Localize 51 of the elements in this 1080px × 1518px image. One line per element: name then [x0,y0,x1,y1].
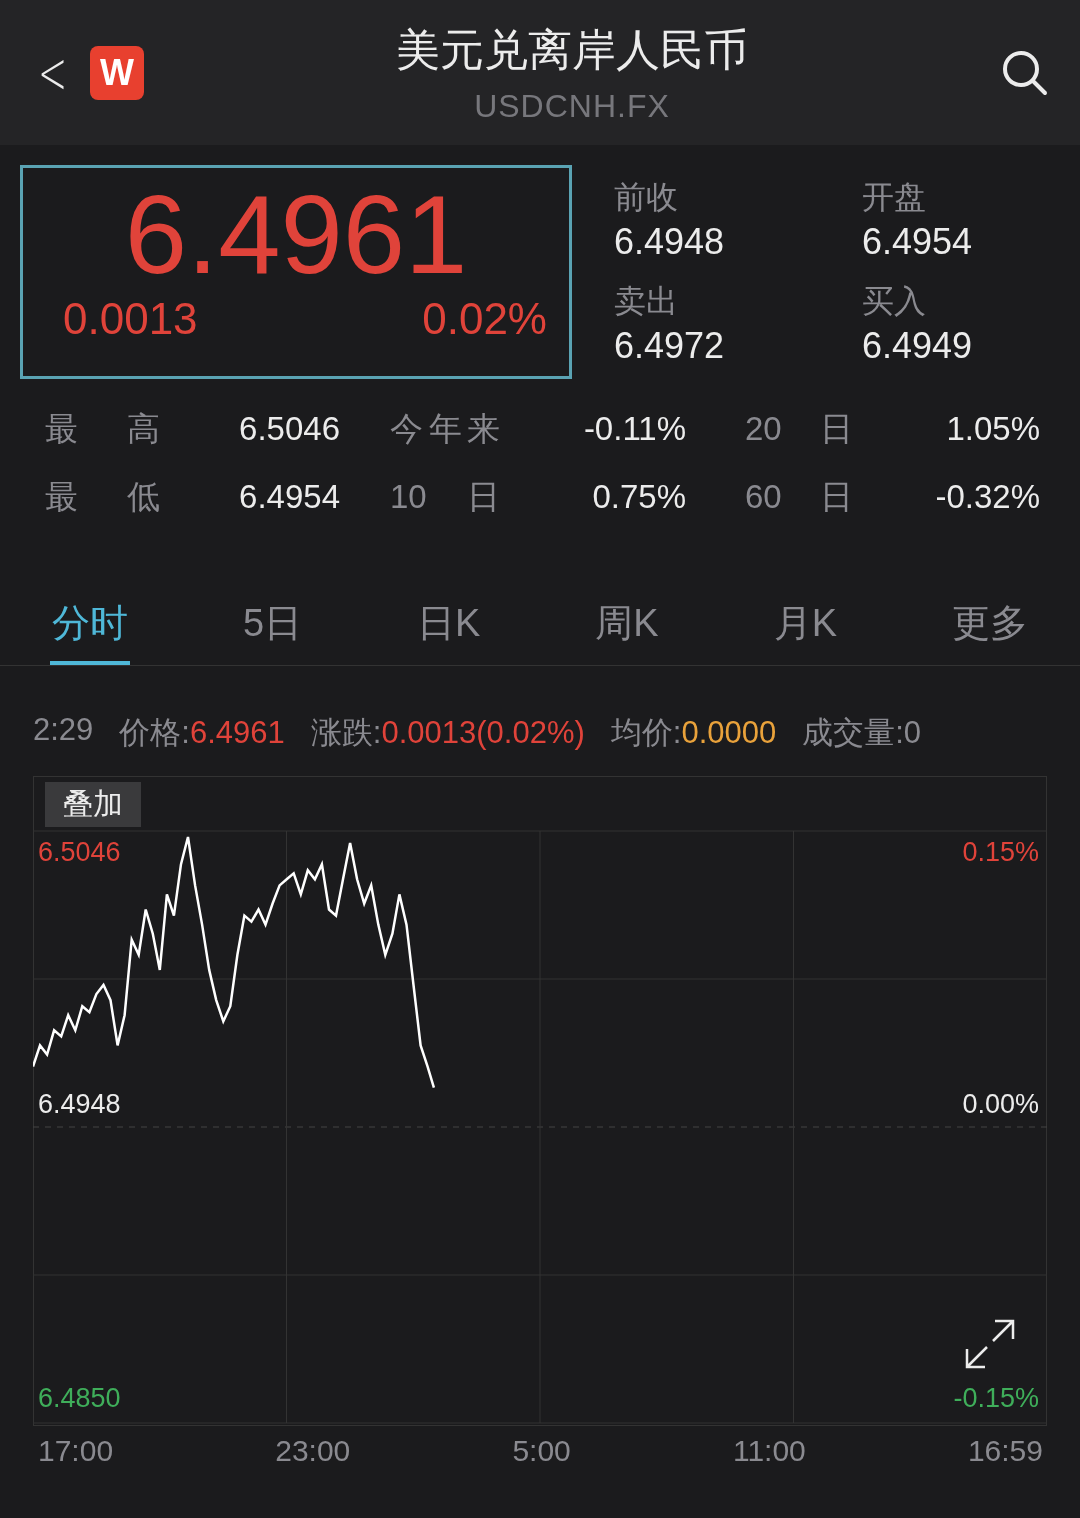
x-axis-label: 16:59 [967,1434,1043,1468]
stat-value: -0.32% [935,477,1040,517]
app-logo: W [90,45,144,100]
chart-tab[interactable]: 5日 [240,585,305,665]
field-label: 开盘 [862,178,927,217]
average-label: 均价:0.0000 [610,714,777,752]
field-label: 卖出 [614,282,679,321]
stat-value: 0.75% [592,477,686,517]
field-value: 6.4948 [614,221,726,263]
field-value: 6.4972 [614,325,726,367]
stat-label: 今年来 [390,409,500,449]
percent-axis-label: 0.00% [962,1089,1039,1120]
back-button[interactable]: < [38,38,62,107]
percent-axis-label: -0.15% [953,1383,1039,1414]
x-axis-label: 23:00 [275,1434,351,1468]
chart-tab[interactable]: 日K [415,585,483,665]
change-label: 涨跌:0.0013(0.02%) [310,714,585,752]
chart-tab[interactable]: 更多 [950,585,1030,665]
chart-tab[interactable]: 分时 [50,585,130,665]
volume-label: 成交量:0 [802,714,922,752]
overlay-button[interactable]: 叠加 [45,782,141,827]
y-axis-label: 6.4850 [38,1383,121,1414]
price-change: 0.0013 [63,294,198,344]
y-axis-label: 6.5046 [38,837,121,868]
field-value: 6.4949 [862,325,974,367]
stat-value: 1.05% [946,409,1040,449]
stat-value: -0.11% [583,409,686,449]
last-price: 6.4961 [124,180,468,290]
percent-axis-label: 0.15% [962,837,1039,868]
expand-icon[interactable] [963,1317,1017,1371]
cursor-time: 2:29 [33,712,94,749]
symbol-code: USDCNH.FX [474,87,670,125]
page-title: 美元兑离岸人民币 [396,23,748,76]
field-value: 6.4954 [862,221,974,263]
y-axis-label: 6.4948 [38,1089,121,1120]
x-axis-label: 5:00 [512,1434,571,1468]
field-label: 买入 [862,282,927,321]
x-axis-label: 17:00 [38,1434,114,1468]
stat-label: 最低 [45,477,160,517]
stat-label: 20日 [745,409,853,449]
stat-label: 最高 [45,409,160,449]
chart-tab[interactable]: 周K [593,585,661,665]
field-label: 前收 [614,178,679,217]
price-label: 价格:6.4961 [119,714,285,752]
stat-value: 6.4954 [239,477,340,517]
stat-value: 6.5046 [239,409,340,449]
stat-label: 60日 [745,477,853,517]
change-percent: 0.02% [422,294,547,344]
stat-label: 10日 [390,477,500,517]
x-axis-label: 11:00 [732,1434,806,1468]
chart-tab[interactable]: 月K [771,585,840,665]
